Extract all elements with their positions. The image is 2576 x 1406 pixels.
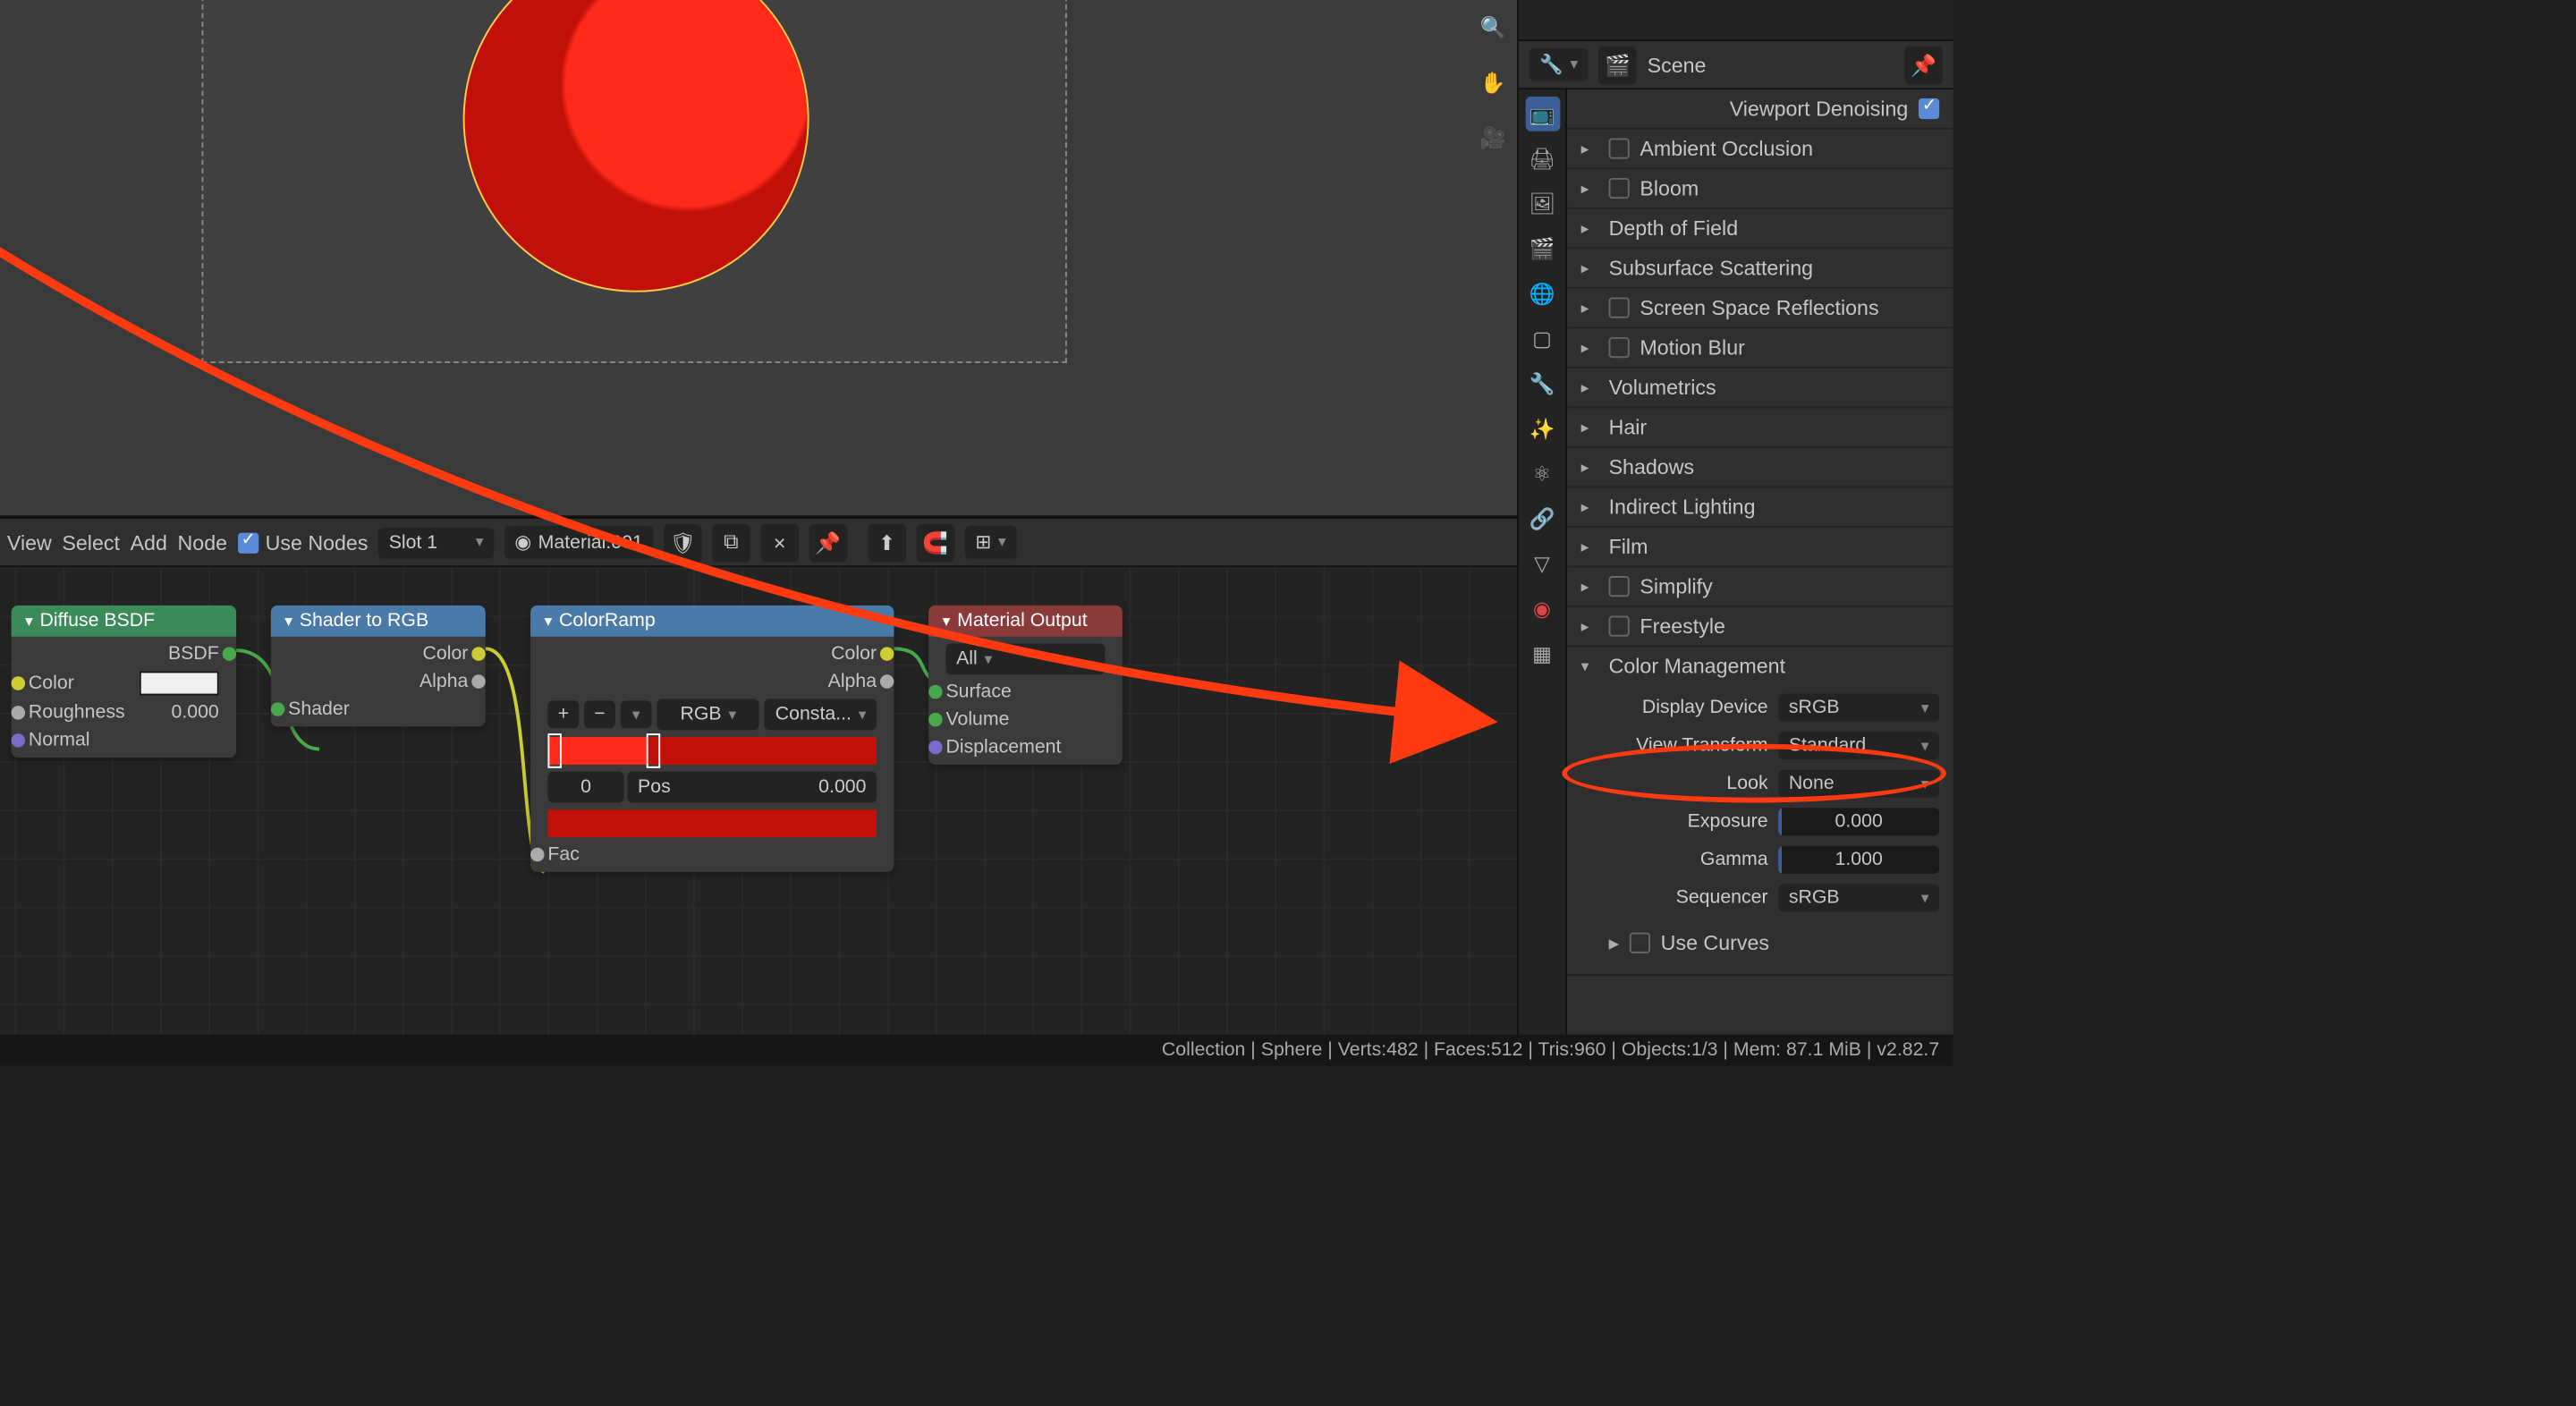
sphere-object[interactable] — [463, 0, 809, 292]
sequencer-dropdown[interactable]: sRGB▾ — [1778, 884, 1939, 911]
section-simplify[interactable]: ▸Simplify — [1567, 567, 1953, 606]
tab-world-icon[interactable]: 🌐 — [1525, 276, 1560, 311]
ramp-mode-dropdown[interactable]: Consta... ▾ — [765, 699, 877, 730]
viewport-denoising-checkbox[interactable] — [1919, 98, 1939, 119]
zoom-icon[interactable]: 🔍 — [1472, 6, 1513, 47]
tab-scene-icon[interactable]: 🎬 — [1525, 232, 1560, 267]
scene-context-icon: 🎬 — [1598, 46, 1637, 84]
look-dropdown[interactable]: None▾ — [1778, 770, 1939, 798]
use-curves-label: Use Curves — [1661, 931, 1769, 955]
material-pin-icon[interactable]: 📌 — [809, 523, 848, 562]
slot-dropdown[interactable]: Slot 1 ▾ — [378, 527, 494, 558]
node-material-output[interactable]: ▾Material Output All ▾ Surface Volume Di… — [928, 606, 1123, 765]
tab-output-icon[interactable]: 🖨 — [1525, 141, 1560, 176]
properties-pin-icon[interactable]: 📌 — [1904, 46, 1943, 84]
ne-parent-icon[interactable]: ⬆ — [868, 523, 906, 562]
use-nodes-label: Use Nodes — [266, 530, 369, 555]
camera-frame — [201, 0, 1066, 363]
section-ssr[interactable]: ▸Screen Space Reflections — [1567, 289, 1953, 327]
viewport-denoising-label: Viewport Denoising — [1730, 97, 1909, 121]
tab-texture-icon[interactable]: ▦ — [1525, 637, 1560, 672]
ramp-color-swatch[interactable] — [547, 809, 877, 837]
status-right: Collection | Sphere | Verts:482 | Faces:… — [1162, 1040, 1939, 1061]
ramp-interp-dropdown[interactable]: RGB ▾ — [657, 699, 759, 730]
ramp-remove-icon[interactable]: − — [584, 700, 615, 728]
tab-modifiers-icon[interactable]: 🔧 — [1525, 367, 1560, 402]
node-graph[interactable]: ▾Diffuse BSDF BSDF Color Roughness0.000 … — [0, 567, 1517, 1034]
section-color-management[interactable]: ▾Color Management — [1567, 647, 1953, 685]
status-bar: ▥ Collection | Sphere | Verts:482 | Face… — [0, 1035, 1953, 1066]
ne-menu-select[interactable]: Select — [62, 530, 120, 555]
viewport-3d[interactable]: Camera Perspective (1) Collection | Sphe… — [0, 0, 1517, 515]
tab-physics-icon[interactable]: ⚛ — [1525, 456, 1560, 491]
section-volumetrics[interactable]: ▸Volumetrics — [1567, 368, 1953, 407]
node-diffuse-bsdf[interactable]: ▾Diffuse BSDF BSDF Color Roughness0.000 … — [12, 606, 237, 758]
view-transform-dropdown[interactable]: Standard▾ — [1778, 732, 1939, 759]
tab-mesh-icon[interactable]: ▽ — [1525, 546, 1560, 581]
use-nodes-checkbox[interactable] — [238, 532, 258, 553]
section-bloom[interactable]: ▸Bloom — [1567, 169, 1953, 208]
exposure-field[interactable]: 0.000 — [1778, 808, 1939, 835]
section-sss[interactable]: ▸Subsurface Scattering — [1567, 249, 1953, 287]
display-device-dropdown[interactable]: sRGB▾ — [1778, 694, 1939, 722]
section-motion-blur[interactable]: ▸Motion Blur — [1567, 328, 1953, 367]
section-depth-of-field[interactable]: ▸Depth of Field — [1567, 209, 1953, 248]
section-indirect-lighting[interactable]: ▸Indirect Lighting — [1567, 487, 1953, 526]
tab-constraints-icon[interactable]: 🔗 — [1525, 502, 1560, 537]
section-shadows[interactable]: ▸Shadows — [1567, 448, 1953, 487]
ne-snap-icon[interactable]: 🧲 — [917, 523, 955, 562]
material-copy-icon[interactable]: ⧉ — [712, 523, 750, 562]
material-delete-icon[interactable]: × — [760, 523, 799, 562]
tab-render-icon[interactable]: 📺 — [1525, 97, 1560, 131]
node-colorramp[interactable]: ▾ColorRamp Color Alpha + − ▾ RGB ▾ Const… — [530, 606, 894, 872]
ne-menu-add[interactable]: Add — [131, 530, 167, 555]
ne-snap-dropdown[interactable]: ⊞ ▾ — [965, 526, 1017, 559]
output-target-dropdown[interactable]: All ▾ — [945, 643, 1105, 674]
properties-editor-dropdown[interactable]: 🔧 ▾ — [1530, 48, 1589, 81]
pan-icon[interactable]: ✋ — [1472, 62, 1513, 103]
gamma-field[interactable]: 1.000 — [1778, 846, 1939, 874]
material-field[interactable]: ◉ Material.001 — [504, 526, 654, 559]
ramp-index-field[interactable]: 0 — [547, 772, 623, 803]
material-shield-icon[interactable]: 🛡 — [664, 523, 702, 562]
section-freestyle[interactable]: ▸Freestyle — [1567, 607, 1953, 646]
section-film[interactable]: ▸Film — [1567, 528, 1953, 566]
ramp-gradient[interactable] — [547, 737, 877, 765]
section-ambient-occlusion[interactable]: ▸Ambient Occlusion — [1567, 130, 1953, 168]
ramp-pos-field[interactable]: Pos0.000 — [627, 772, 877, 803]
ramp-menu-icon[interactable]: ▾ — [621, 700, 652, 728]
tab-object-icon[interactable]: ▢ — [1525, 322, 1560, 357]
ramp-add-icon[interactable]: + — [547, 700, 579, 728]
tab-material-icon[interactable]: ◉ — [1525, 591, 1560, 626]
node-shader-to-rgb[interactable]: ▾Shader to RGB Color Alpha Shader — [271, 606, 486, 726]
ne-menu-node[interactable]: Node — [178, 530, 228, 555]
tab-viewlayer-icon[interactable]: 🖼 — [1525, 187, 1560, 222]
camera-view-icon[interactable]: 🎥 — [1472, 117, 1513, 158]
section-hair[interactable]: ▸Hair — [1567, 408, 1953, 446]
ne-menu-view[interactable]: View — [7, 530, 52, 555]
properties-context-label: Scene — [1648, 53, 1707, 77]
tab-particles-icon[interactable]: ✨ — [1525, 411, 1560, 446]
